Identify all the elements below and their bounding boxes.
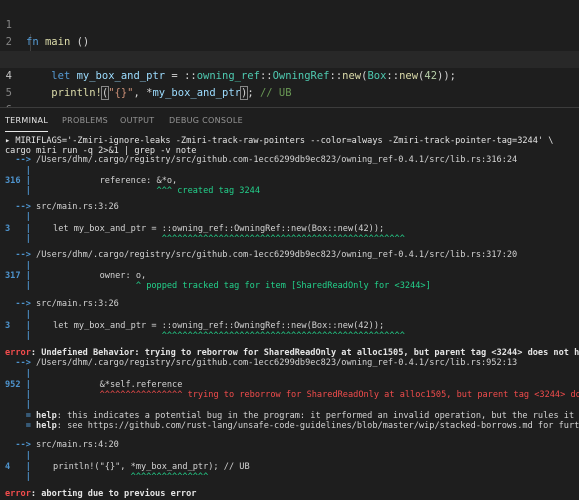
annotation-message: trying to reborrow for SharedReadOnly at… [187,390,579,400]
editor-line-4[interactable]: 4 println!("{}", *my_box_and_ptr); // UB [0,51,579,100]
error-message: : aborting due to previous error [30,489,197,499]
editor-line-1[interactable]: 1 fn main () [0,0,579,48]
gutter-bar: | [5,166,31,176]
annotation-line: ^^^ created tag 3244 [22,186,261,196]
help-line: = help: see https://github.com/rust-lang… [5,421,579,431]
caret-marker: ^^^^^^^^^^^^^^^^ [22,390,188,400]
location-path: /Users/dhm/.cargo/registry/src/github.co… [36,155,518,165]
annotation-line: ^ popped tracked tag for item [SharedRea… [22,281,431,291]
gutter-number: 3 [5,321,11,331]
caret-marker: ^ [22,281,147,291]
error-line: error: aborting due to previous error [5,489,196,499]
editor-line-5[interactable]: 5 [0,68,579,99]
gutter-bar: | [5,261,31,271]
gutter-bar: | [5,451,31,461]
help-message: : this indicates a potential bug in the … [56,411,579,421]
help-line: = help: this indicates a potential bug i… [5,411,579,421]
tab-output[interactable]: OUTPUT [120,108,154,133]
location-line: --> /Users/dhm/.cargo/registry/src/githu… [5,358,517,368]
gutter-number: 4 [5,462,11,472]
gutter-number: 952 [5,380,21,390]
gutter-number: 3 [5,224,11,234]
tab-debug-console[interactable]: DEBUG CONSOLE [169,108,243,133]
error-message: : Undefined Behavior: trying to reborrow… [30,348,579,358]
location-line: --> src/main.rs:3:26 [5,299,119,309]
location-line: --> /Users/dhm/.cargo/registry/src/githu… [5,250,517,260]
arrow-marker: --> [5,202,37,212]
arrow-marker: --> [5,155,37,165]
location-line: --> /Users/dhm/.cargo/registry/src/githu… [5,155,517,165]
help-label: help [36,421,57,431]
help-message: : see https://github.com/rust-lang/unsaf… [56,421,579,431]
command-line: ▸ MIRIFLAGS='-Zmiri-ignore-leaks -Zmiri-… [5,136,554,146]
gutter-number: 316 [5,176,21,186]
caret-marker: ^^^^^^^^^^^^^^^ [22,472,209,482]
arrow-marker: --> [5,299,37,309]
caret-marker: ^^^^^^^^^^^^^^^^^^^^^^^^^^^^^^^^^^^^^^^^… [22,234,405,244]
code-editor[interactable]: 1 fn main () 2 { 3 let my_box_and_ptr = … [0,0,579,133]
gutter-bar: | [5,310,31,320]
gutter-bar: | [5,212,31,222]
error-line: error: Undefined Behavior: trying to reb… [5,348,579,358]
location-path: /Users/dhm/.cargo/registry/src/github.co… [36,250,518,260]
terminal-output[interactable]: ▸ MIRIFLAGS='-Zmiri-ignore-leaks -Zmiri-… [0,133,579,500]
gutter-bar: | [5,369,31,379]
annotation-message: created tag 3244 [177,186,261,196]
location-path: src/main.rs:3:26 [36,299,119,309]
error-label: error [5,348,31,358]
location-path: src/main.rs:3:26 [36,202,119,212]
caret-marker: ^^^ [22,186,178,196]
gutter-number: 317 [5,271,21,281]
tab-terminal[interactable]: TERMINAL [5,108,49,133]
source-line: &*self.reference [22,380,183,390]
location-line: --> src/main.rs:3:26 [5,202,119,212]
annotation-line: ^^^^^^^^^^^^^^^^ trying to reborrow for … [22,390,579,400]
location-path: /Users/dhm/.cargo/registry/src/github.co… [36,358,518,368]
caret-marker: ^^^^^^^^^^^^^^^^^^^^^^^^^^^^^^^^^^^^^^^^… [22,331,405,341]
source-line: reference: &*o, [22,176,178,186]
source-line: println!("{}", *my_box_and_ptr); // UB [22,462,250,472]
editor-line-2[interactable]: 2 { [0,17,579,65]
arrow-marker: --> [5,250,37,260]
source-line: let my_box_and_ptr = ::owning_ref::Ownin… [22,224,385,234]
arrow-marker: --> [5,440,37,450]
location-path: src/main.rs:4:20 [36,440,119,450]
help-label: help [36,411,57,421]
source-line: owner: o, [22,271,147,281]
tab-problems[interactable]: PROBLEMS [62,108,108,133]
error-label: error [5,489,31,499]
editor-line-6[interactable]: 6 } [0,85,579,133]
location-line: --> src/main.rs:4:20 [5,440,119,450]
source-line: let my_box_and_ptr = ::owning_ref::Ownin… [22,321,385,331]
editor-line-3[interactable]: 3 let my_box_and_ptr = ::owning_ref::Own… [0,34,579,82]
arrow-marker: --> [5,358,37,368]
bottom-panel: TERMINAL PROBLEMS OUTPUT DEBUG CONSOLE ▸… [0,107,579,500]
annotation-message: popped tracked tag for item [SharedReadO… [146,281,431,291]
panel-tabs: TERMINAL PROBLEMS OUTPUT DEBUG CONSOLE [0,108,579,133]
gutter-bar: | [5,400,31,410]
